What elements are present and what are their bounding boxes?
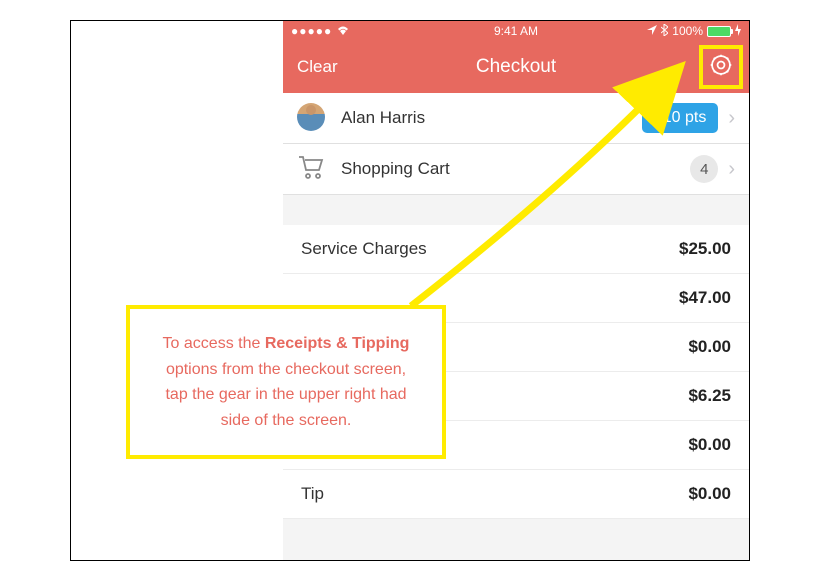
- nav-bar: Clear Checkout: [283, 41, 749, 93]
- avatar: [297, 103, 327, 133]
- cart-count-badge: 4: [690, 155, 718, 183]
- line-amount: $0.00: [688, 484, 731, 504]
- callout-text-suffix: options from the checkout screen, tap th…: [165, 361, 406, 429]
- battery-icon: [707, 26, 731, 37]
- callout-text-prefix: To access the: [163, 335, 265, 352]
- customer-row[interactable]: Alan Harris 310 pts ›: [283, 93, 749, 144]
- page-title: Checkout: [476, 56, 556, 78]
- battery-percent: 100%: [672, 24, 703, 38]
- line-item: Tip $0.00: [283, 470, 749, 519]
- wifi-icon: [336, 24, 350, 38]
- chevron-right-icon: ›: [728, 158, 735, 181]
- customer-name: Alan Harris: [341, 108, 642, 128]
- callout-text-bold: Receipts & Tipping: [265, 335, 410, 352]
- line-amount: $25.00: [679, 239, 731, 259]
- signal-dots: ●●●●●: [291, 24, 332, 38]
- gear-icon[interactable]: [708, 52, 734, 83]
- line-amount: $0.00: [688, 337, 731, 357]
- section-gap: [283, 195, 749, 225]
- status-bar: ●●●●● 9:41 AM 100%: [283, 21, 749, 41]
- phone-screen: ●●●●● 9:41 AM 100%: [283, 21, 749, 560]
- gear-highlight: [699, 45, 743, 89]
- points-badge: 310 pts: [642, 103, 718, 133]
- cart-icon: [297, 154, 327, 184]
- instruction-callout: To access the Receipts & Tipping options…: [126, 305, 446, 459]
- line-amount: $6.25: [688, 386, 731, 406]
- line-label: Service Charges: [301, 239, 427, 259]
- charging-icon: [735, 24, 741, 39]
- location-icon: [647, 24, 657, 38]
- line-item: Service Charges $25.00: [283, 225, 749, 274]
- chevron-right-icon: ›: [728, 107, 735, 130]
- cart-label: Shopping Cart: [341, 159, 690, 179]
- line-amount: $47.00: [679, 288, 731, 308]
- line-amount: $0.00: [688, 435, 731, 455]
- line-label: Tip: [301, 484, 324, 504]
- bluetooth-icon: [661, 24, 668, 39]
- clear-button[interactable]: Clear: [297, 57, 338, 77]
- cart-row[interactable]: Shopping Cart 4 ›: [283, 144, 749, 195]
- status-time: 9:41 AM: [494, 24, 538, 38]
